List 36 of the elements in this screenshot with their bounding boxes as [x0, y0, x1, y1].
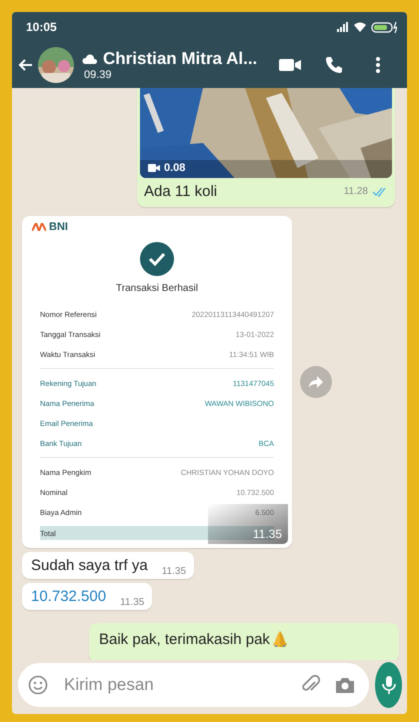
cloud-icon: [82, 54, 98, 64]
clock: 10:05: [26, 20, 57, 34]
video-camera-icon: [148, 164, 160, 172]
camera-icon[interactable]: [335, 676, 355, 694]
emoji-icon[interactable]: [28, 675, 48, 695]
more-icon: [375, 56, 381, 74]
battery-icon: [371, 22, 397, 32]
forward-button[interactable]: [300, 366, 332, 398]
microphone-icon: [382, 675, 396, 695]
microphone-button[interactable]: [375, 662, 402, 708]
contact-name[interactable]: Christian Mitra Al...: [103, 49, 258, 69]
check-circle-icon: [139, 241, 175, 277]
last-seen: 09.39: [84, 69, 113, 81]
message-time: 11.35: [252, 527, 282, 541]
back-arrow-icon: [17, 58, 33, 72]
message-field[interactable]: Kirim pesan: [18, 663, 369, 707]
video-duration: 0.08: [164, 162, 186, 174]
bank-logo-text: BNI: [49, 221, 68, 233]
message-input[interactable]: Kirim pesan: [62, 674, 287, 696]
receipt-title: Transaksi Berhasil: [116, 283, 198, 294]
message-text: Ada 11 koli: [144, 183, 218, 200]
message-time: 11.35: [120, 597, 144, 608]
video-message[interactable]: 0.08 Ada 11 koli 11.28: [137, 88, 395, 207]
bank-logo-icon: [32, 223, 46, 231]
wifi-icon: [354, 22, 366, 32]
video-camera-icon: [279, 58, 301, 72]
phone-icon: [325, 56, 343, 74]
forward-arrow-icon: [308, 375, 324, 389]
phone-link[interactable]: 10.732.500: [31, 588, 106, 605]
message-text: Sudah saya trf ya: [31, 557, 148, 574]
message-time: 11.28: [344, 186, 368, 197]
avatar[interactable]: [38, 47, 74, 83]
image-message[interactable]: [22, 216, 292, 548]
message-time: 11.35: [162, 566, 186, 577]
message-text: Baik pak, terimakasih pak: [99, 630, 270, 648]
signal-icon: [337, 22, 349, 32]
